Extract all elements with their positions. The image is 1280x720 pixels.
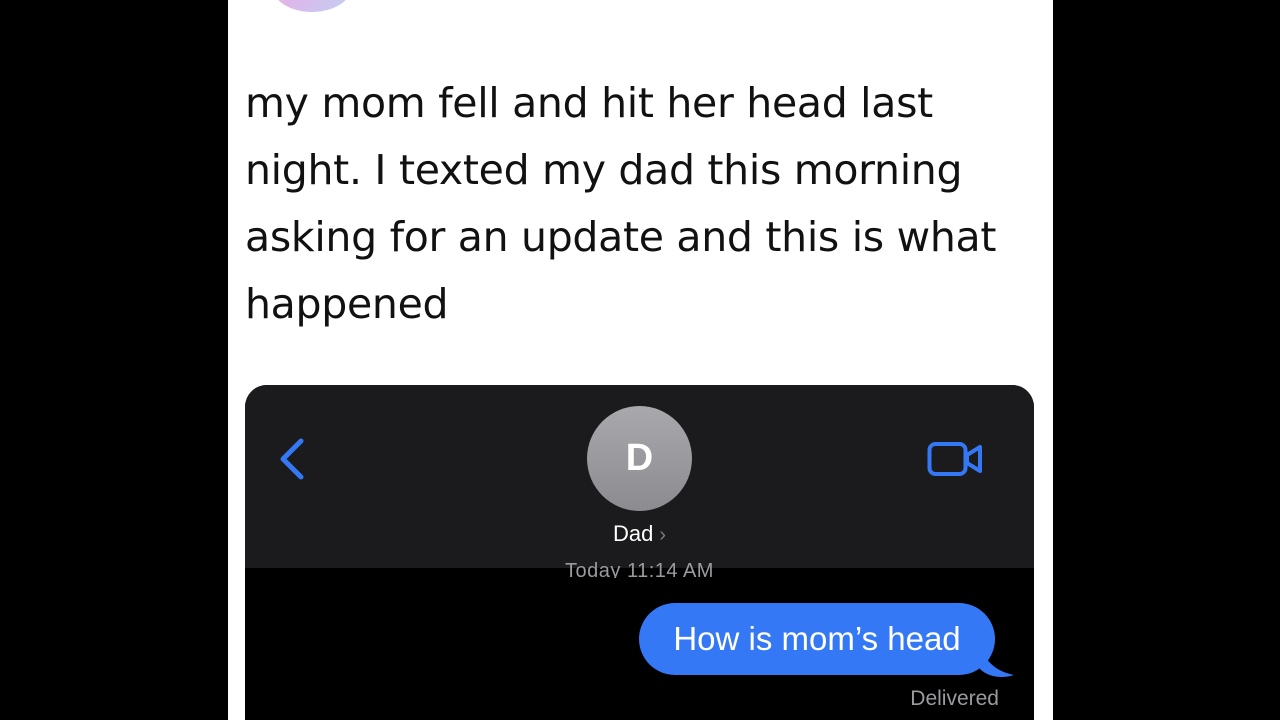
conversation-header: D Dad › xyxy=(245,385,1034,568)
contact-name: Dad xyxy=(612,521,654,546)
tweet-card: my mom fell and hit her head last night.… xyxy=(228,0,1053,720)
video-camera-icon[interactable] xyxy=(927,441,985,477)
message-bubble-tail xyxy=(980,645,1014,677)
chevron-left-icon[interactable] xyxy=(277,435,307,483)
attached-messages-screenshot[interactable]: D Dad › Today 11:14 AM How is mom’s head … xyxy=(245,385,1034,720)
tweet-text: my mom fell and hit her head last night.… xyxy=(245,79,997,328)
chevron-right-icon: › xyxy=(659,524,667,546)
sent-message-bubble[interactable]: How is mom’s head xyxy=(639,603,995,675)
message-timestamp: Today 11:14 AM xyxy=(565,560,714,578)
delivery-status: Delivered xyxy=(910,687,999,710)
author-avatar[interactable] xyxy=(272,0,352,12)
contact-avatar[interactable]: D xyxy=(587,406,692,511)
contact-name-row[interactable]: Dad › xyxy=(245,521,1034,547)
